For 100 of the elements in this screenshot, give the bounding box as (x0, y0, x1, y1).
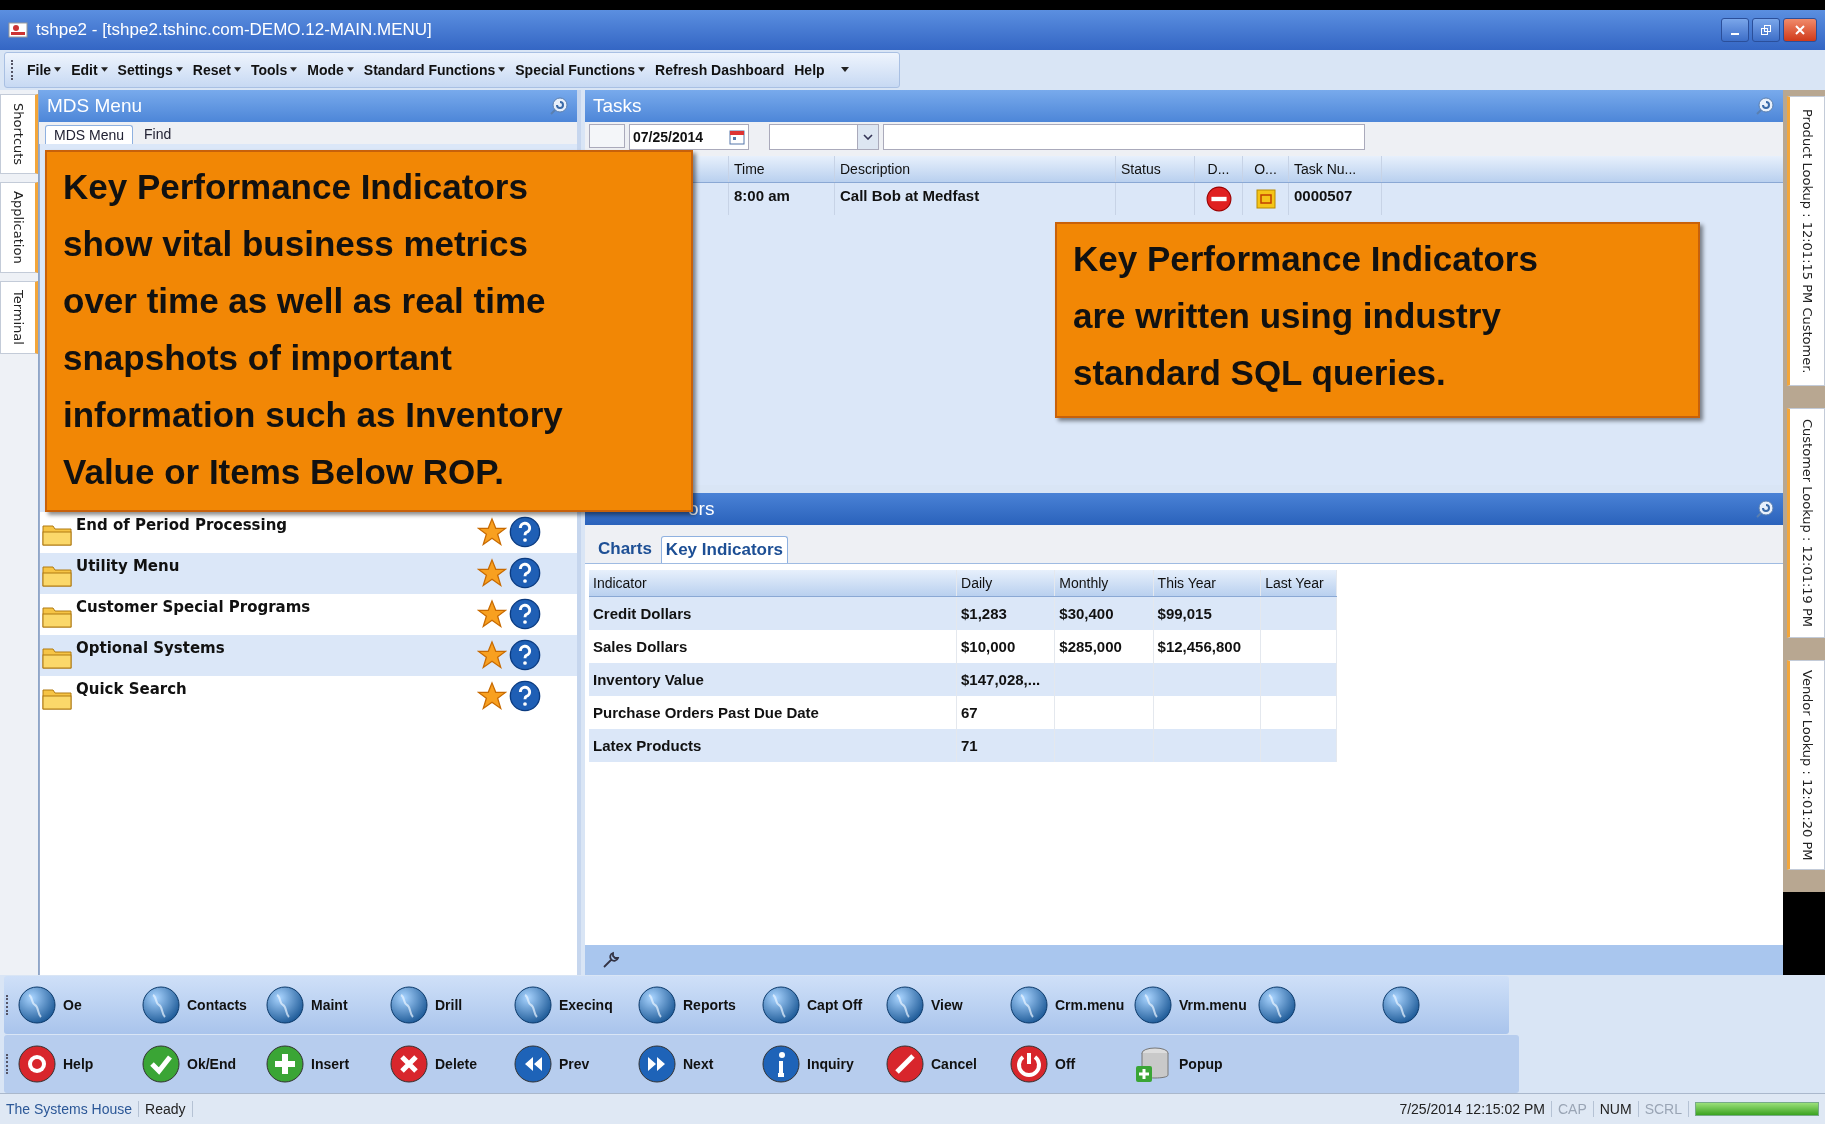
toolbar-button[interactable]: Crm.menu (1009, 985, 1133, 1026)
menu-item[interactable]: Refresh Dashboard (650, 57, 790, 82)
table-cell: $1,283 (957, 596, 1056, 630)
help-icon[interactable] (509, 516, 541, 549)
tab[interactable]: MDS Menu (45, 124, 134, 144)
star-icon[interactable] (477, 558, 507, 589)
menu-item[interactable]: Settings (112, 57, 188, 82)
caret-icon (100, 67, 108, 73)
menu-item[interactable]: Special Functions (510, 57, 651, 82)
restore-button[interactable] (1752, 17, 1780, 42)
calendar-icon[interactable] (729, 128, 745, 145)
toolbar-button[interactable]: Prev (513, 1044, 637, 1085)
toolbar-button[interactable]: Inquiry (761, 1044, 885, 1085)
rewind-icon (513, 1044, 553, 1085)
column-header[interactable]: Monthly (1055, 569, 1154, 596)
help-icon[interactable] (509, 598, 541, 631)
toolbar-button[interactable]: Contacts (141, 985, 265, 1026)
help-icon[interactable] (509, 557, 541, 590)
toolbar-button[interactable]: Vrm.menu (1133, 985, 1257, 1026)
column-header[interactable]: Time (729, 155, 835, 182)
globe-icon (761, 985, 801, 1026)
toolbar-button[interactable]: Ok/End (141, 1044, 265, 1085)
menu-item[interactable]: Help (789, 57, 830, 82)
menu-item[interactable]: File (22, 57, 67, 82)
menu-item[interactable]: Reset (187, 57, 246, 82)
menu-list-item[interactable]: Quick Search (40, 675, 477, 717)
globe-icon (1133, 985, 1173, 1026)
toolbar-button[interactable]: Execinq (513, 985, 637, 1026)
side-tab[interactable]: Customer Lookup : 12:01:19 PM (1787, 407, 1825, 638)
table-cell: 71 (957, 728, 1056, 762)
checkmark-icon (141, 1044, 181, 1085)
close-button[interactable] (1783, 17, 1817, 42)
column-header[interactable]: Task Nu... (1289, 155, 1382, 182)
table-cell: 8:00 am (729, 182, 835, 215)
help-icon[interactable] (509, 680, 541, 713)
column-header[interactable]: Status (1116, 155, 1195, 182)
caret-icon (233, 67, 241, 73)
star-icon[interactable] (477, 517, 507, 548)
toolbar-button[interactable]: Drill (389, 985, 513, 1026)
toolbar-button[interactable]: Reports (637, 985, 761, 1026)
toolbar-button[interactable]: View (885, 985, 1009, 1026)
refresh-icon[interactable] (1755, 95, 1775, 116)
table-cell: Latex Products (589, 728, 957, 762)
toolbar-button[interactable]: Capt Off (761, 985, 885, 1026)
toolbar-button[interactable]: Popup (1133, 1044, 1257, 1085)
tab[interactable]: Charts (593, 534, 657, 563)
side-tab[interactable]: Vendor Lookup : 12:01:20 PM (1787, 659, 1825, 870)
column-header[interactable]: O... (1243, 155, 1289, 182)
no-entry-icon (1205, 185, 1232, 212)
globe-icon (17, 985, 57, 1026)
menu-item[interactable]: Mode (302, 57, 359, 82)
status-company: The Systems House (0, 1101, 140, 1117)
table-cell: $285,000 (1055, 629, 1154, 663)
star-icon[interactable] (477, 599, 507, 630)
menu-item[interactable]: Tools (245, 57, 303, 82)
minimize-icon (1731, 32, 1739, 35)
table-cell: Credit Dollars (589, 596, 957, 630)
menu-item[interactable]: Standard Functions (358, 57, 511, 82)
key-indicator: CAP (1551, 1101, 1594, 1117)
status-text: Ready (139, 1101, 193, 1117)
side-tab[interactable]: Product Lookup : 12:01:15 PM Customer. (1787, 95, 1825, 386)
star-icon[interactable] (477, 681, 507, 712)
text-field[interactable] (883, 123, 1365, 150)
table-cell: $12,456,800 (1153, 629, 1262, 663)
side-tab[interactable]: Terminal (0, 280, 38, 354)
table-cell: Sales Dollars (589, 629, 957, 663)
refresh-icon[interactable] (1755, 498, 1775, 519)
caret-icon (498, 67, 506, 73)
column-header[interactable]: Daily (957, 569, 1056, 596)
table-cell: $147,028,... (957, 662, 1056, 696)
toolbar-button[interactable]: Delete (389, 1044, 513, 1085)
side-tab[interactable]: Shortcuts (0, 93, 38, 175)
help-icon[interactable] (509, 639, 541, 672)
minimize-button[interactable] (1721, 17, 1749, 42)
toolbar-button[interactable]: Cancel (885, 1044, 1009, 1085)
column-header[interactable]: D... (1195, 155, 1243, 182)
cancel-icon (885, 1044, 925, 1085)
column-header[interactable]: Description (835, 155, 1116, 182)
note-icon (1255, 188, 1276, 209)
menu-item[interactable]: Edit (66, 57, 113, 82)
side-tab[interactable]: Application (0, 182, 38, 273)
toolbar-button[interactable]: Off (1009, 1044, 1133, 1085)
column-header[interactable]: Last Year (1261, 569, 1337, 596)
column-header[interactable]: Indicator (589, 569, 957, 596)
column-header[interactable]: This Year (1153, 569, 1262, 596)
close-icon (1794, 23, 1806, 36)
star-icon[interactable] (477, 640, 507, 671)
toolbar-button[interactable]: Maint (265, 985, 389, 1026)
globe-icon (265, 985, 305, 1026)
lifebuoy-icon (17, 1044, 57, 1085)
callout-box: Key Performance Indicators are written using industry standard SQL queries. (1055, 222, 1700, 418)
toolbar-button[interactable]: Oe (17, 985, 141, 1026)
toolbar-button[interactable]: Help (17, 1044, 141, 1085)
table-cell: $99,015 (1153, 596, 1262, 630)
toolbar-button[interactable]: Insert (265, 1044, 389, 1085)
date-field[interactable]: 07/25/2014 (629, 123, 749, 150)
menu-list-item[interactable]: Customer Special Programs (40, 593, 477, 635)
tab[interactable]: Key Indicators (660, 535, 788, 563)
toolbar-button[interactable]: Next (637, 1044, 761, 1085)
refresh-icon[interactable] (549, 95, 569, 116)
